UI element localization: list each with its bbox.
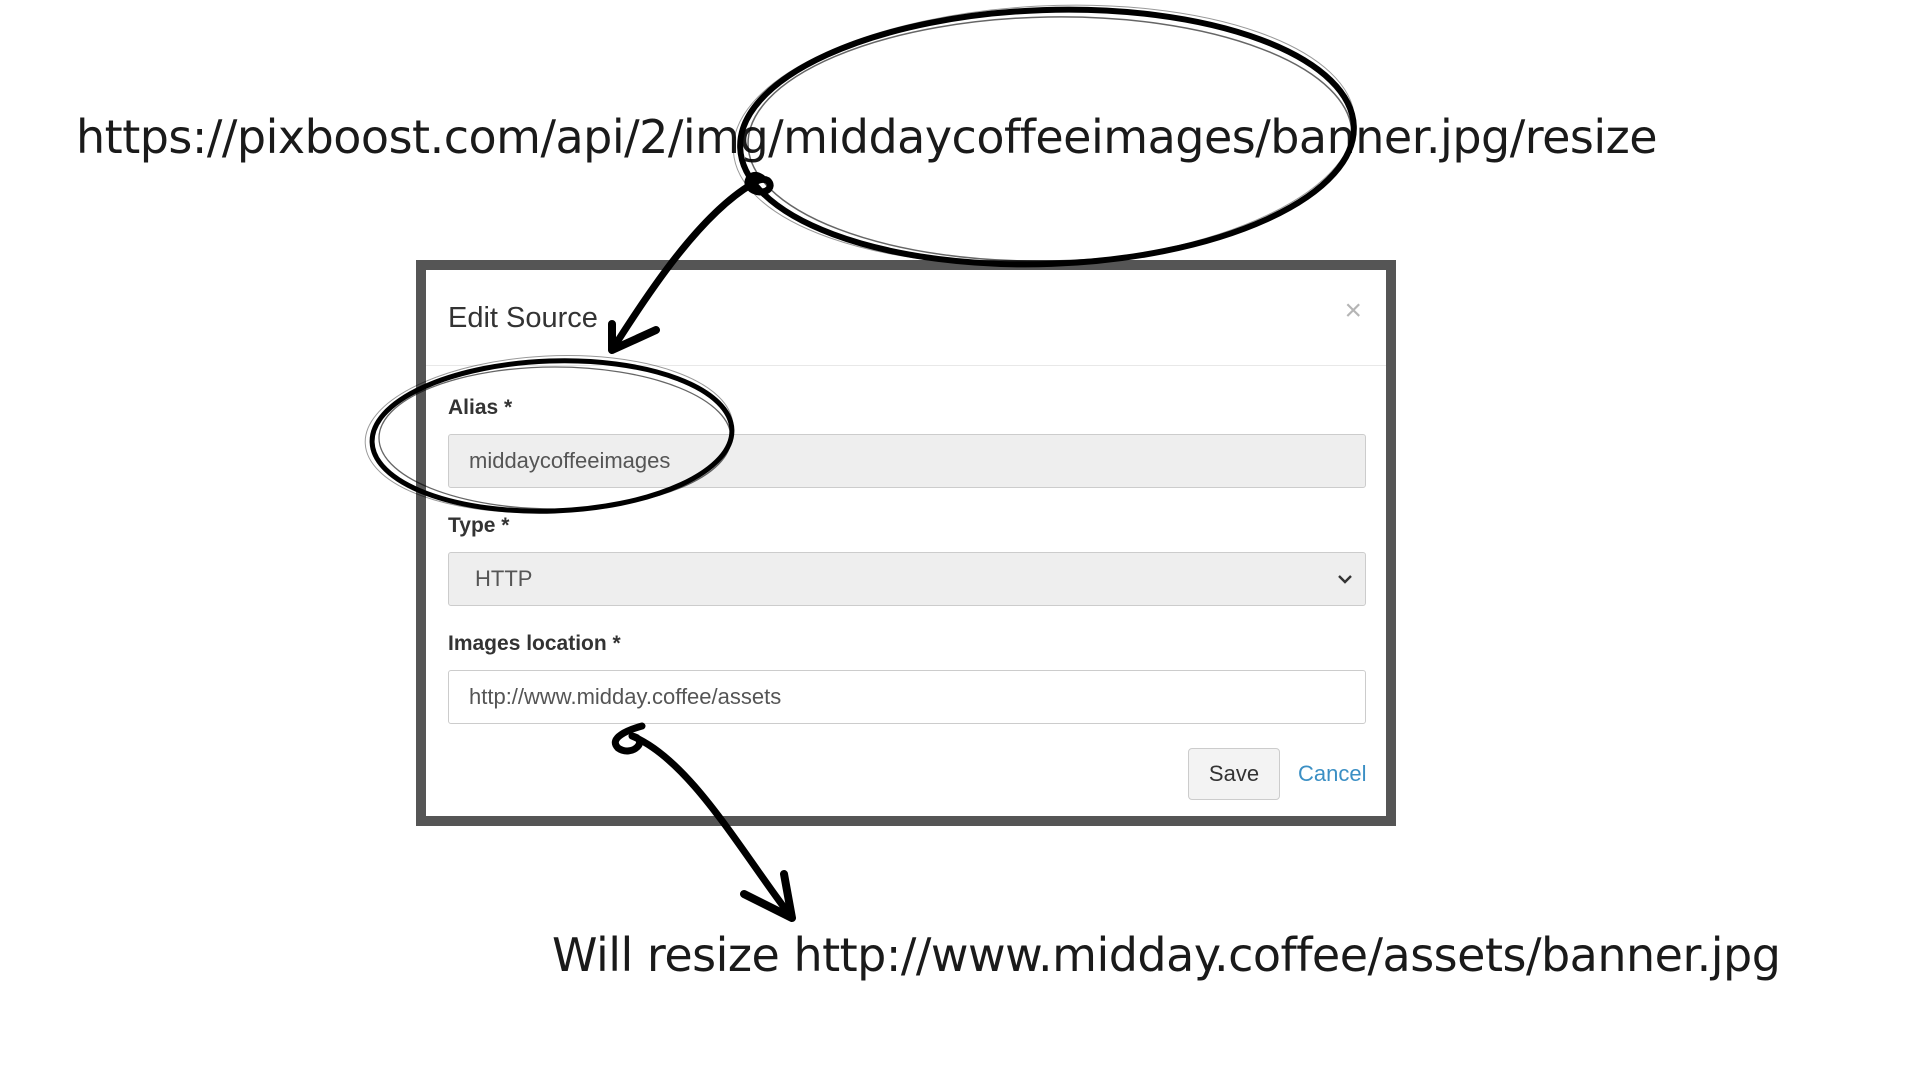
dialog-title: Edit Source: [448, 302, 598, 334]
type-label: Type *: [448, 514, 510, 537]
canvas: https://pixboost.com/api/2/img/middaycof…: [0, 0, 1920, 1080]
dialog-header: Edit Source ×: [426, 270, 1386, 366]
edit-source-dialog: Edit Source × Alias * middaycoffeeimages…: [416, 260, 1396, 826]
source-url-caption: https://pixboost.com/api/2/img/middaycof…: [76, 110, 1658, 164]
alias-label: Alias *: [448, 396, 513, 419]
close-icon[interactable]: ×: [1344, 296, 1362, 326]
images-location-input[interactable]: http://www.midday.coffee/assets: [448, 670, 1366, 724]
cancel-link[interactable]: Cancel: [1298, 761, 1366, 787]
images-location-label: Images location *: [448, 632, 621, 655]
save-button[interactable]: Save: [1188, 748, 1280, 800]
alias-input[interactable]: middaycoffeeimages: [448, 434, 1366, 488]
result-note-caption: Will resize http://www.midday.coffee/ass…: [552, 928, 1781, 982]
chevron-down-icon: [1338, 575, 1352, 584]
type-select[interactable]: HTTP: [448, 552, 1366, 606]
type-select-value: HTTP: [475, 566, 533, 591]
